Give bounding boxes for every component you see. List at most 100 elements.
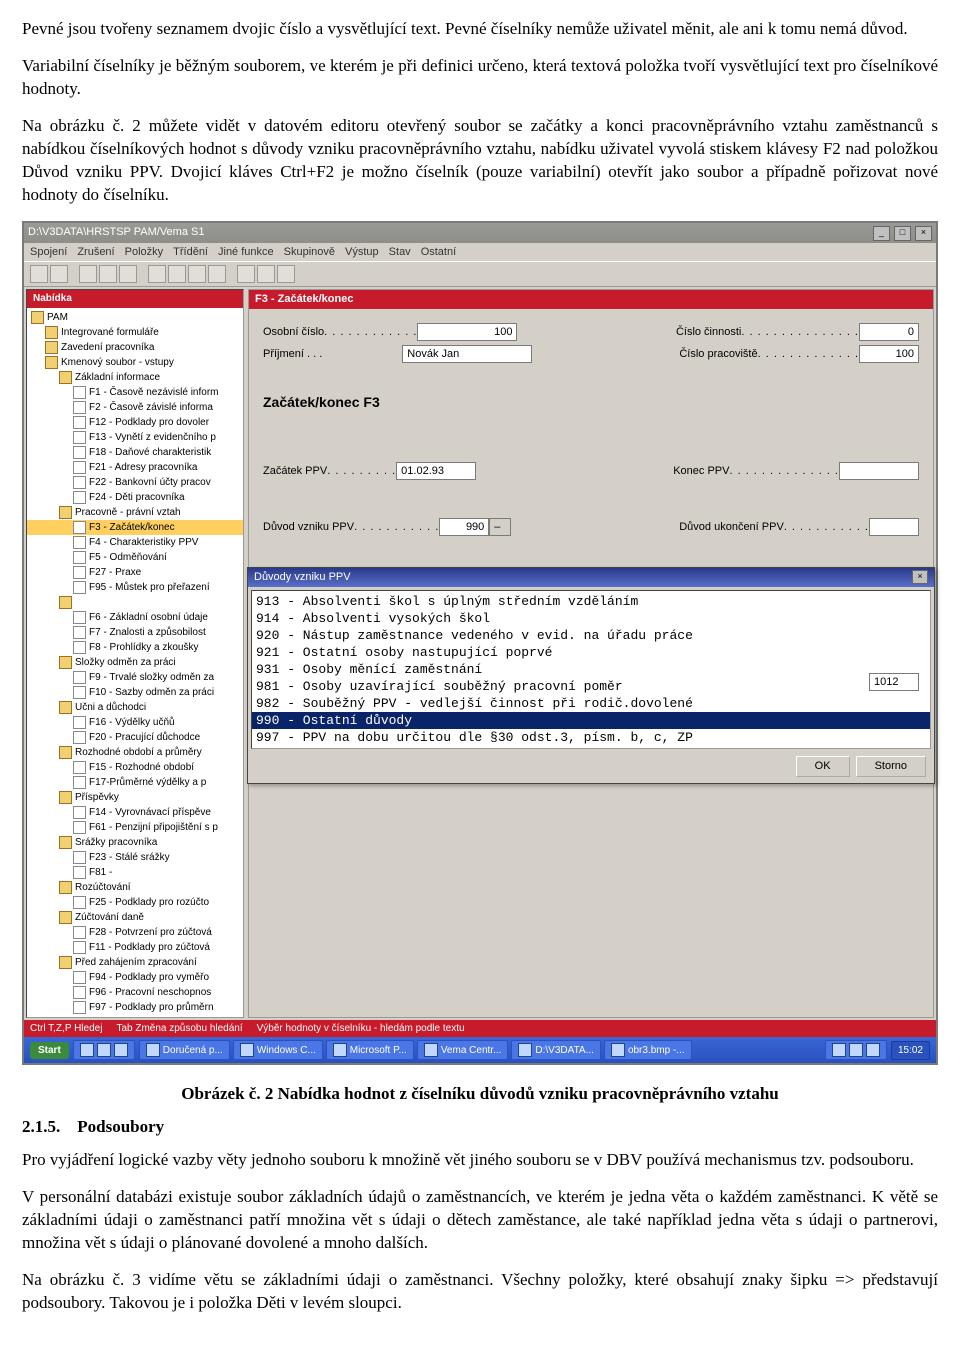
tree-item[interactable]: Učni a důchodci xyxy=(27,700,243,715)
tree-item[interactable]: Rozhodné období a průměry xyxy=(27,745,243,760)
toolbar-button[interactable] xyxy=(99,265,117,283)
tree-item[interactable]: F96 - Pracovní neschopnos xyxy=(27,985,243,1000)
taskbar-item[interactable]: Vema Centr... xyxy=(417,1040,509,1060)
duvod-vzniku-dropdown-button[interactable]: – xyxy=(489,518,511,536)
cislo-pracoviste-input[interactable]: 100 xyxy=(859,345,919,363)
cislo-cinnosti-input[interactable]: 0 xyxy=(859,323,919,341)
tree-item[interactable]: F61 - Penzijní připojištění s p xyxy=(27,820,243,835)
tree-item[interactable]: F23 - Stálé srážky xyxy=(27,850,243,865)
toolbar-button[interactable] xyxy=(237,265,255,283)
toolbar-button[interactable] xyxy=(30,265,48,283)
tree-item[interactable]: F15 - Rozhodné období xyxy=(27,760,243,775)
tree-item[interactable]: F13 - Vynětí z evidenčního p xyxy=(27,430,243,445)
toolbar-button[interactable] xyxy=(119,265,137,283)
popup-list-item[interactable]: 913 - Absolventi škol s úplným středním … xyxy=(252,593,930,610)
taskbar-item[interactable]: obr3.bmp -... xyxy=(604,1040,692,1060)
tree-item[interactable]: F22 - Bankovní účty pracov xyxy=(27,475,243,490)
toolbar-button[interactable] xyxy=(277,265,295,283)
prijmeni-input[interactable]: Novák Jan xyxy=(402,345,532,363)
tree-item[interactable]: F16 - Výdělky učňů xyxy=(27,715,243,730)
close-button[interactable]: × xyxy=(915,226,932,241)
tree-item[interactable]: F20 - Pracující důchodce xyxy=(27,730,243,745)
toolbar-button[interactable] xyxy=(148,265,166,283)
tree-item[interactable]: Zavedení pracovníka xyxy=(27,340,243,355)
tray[interactable] xyxy=(825,1040,887,1060)
tree-item[interactable]: Základní informace xyxy=(27,370,243,385)
tree-item[interactable]: PAM xyxy=(27,310,243,325)
tree-item[interactable]: F18 - Daňové charakteristik xyxy=(27,445,243,460)
popup-list-item[interactable]: 931 - Osoby měnící zaměstnání xyxy=(252,661,930,678)
menu-item[interactable]: Jiné funkce xyxy=(218,246,274,258)
taskbar-item[interactable]: Doručená p... xyxy=(139,1040,230,1060)
tree-item[interactable]: F14 - Vyrovnávací příspěve xyxy=(27,805,243,820)
duvod-vzniku-input[interactable]: 990 xyxy=(439,518,489,536)
toolbar-button[interactable] xyxy=(168,265,186,283)
minimize-button[interactable]: _ xyxy=(873,226,890,241)
popup-close-button[interactable]: × xyxy=(912,570,928,584)
toolbar-button[interactable] xyxy=(79,265,97,283)
tree-item[interactable]: Kmenový soubor - vstupy xyxy=(27,355,243,370)
zacatek-ppv-input[interactable]: 01.02.93 xyxy=(396,462,476,480)
tree-item[interactable]: F6 - Základní osobní údaje xyxy=(27,610,243,625)
duvod-ukonceni-input[interactable] xyxy=(869,518,919,536)
tree-item[interactable]: F1 - Časově nezávislé inform xyxy=(27,385,243,400)
tree-item[interactable]: F28 - Potvrzení pro zúčtová xyxy=(27,925,243,940)
tree-item[interactable]: F11 - Podklady pro zúčtová xyxy=(27,940,243,955)
menu-item[interactable]: Ostatní xyxy=(421,246,456,258)
popup-list-item[interactable]: 981 - Osoby uzavírající souběžný pracovn… xyxy=(252,678,930,695)
tree-item[interactable]: Srážky pracovníka xyxy=(27,835,243,850)
tree-item[interactable]: F25 - Podklady pro rozúčto xyxy=(27,895,243,910)
popup-list-item[interactable]: 921 - Ostatní osoby nastupující poprvé xyxy=(252,644,930,661)
popup-list-item[interactable]: 997 - PPV na dobu určitou dle §30 odst.3… xyxy=(252,729,930,746)
toolbar-button[interactable] xyxy=(50,265,68,283)
tree-item[interactable]: F2 - Časově závislé informa xyxy=(27,400,243,415)
menu-item[interactable]: Stav xyxy=(389,246,411,258)
quick-launch[interactable] xyxy=(73,1040,135,1060)
taskbar-item[interactable]: D:\V3DATA... xyxy=(511,1040,601,1060)
start-button[interactable]: Start xyxy=(30,1042,69,1060)
tree-item[interactable]: F9 - Trvalé složky odměn za xyxy=(27,670,243,685)
tree-item[interactable]: Integrované formuláře xyxy=(27,325,243,340)
toolbar-button[interactable] xyxy=(208,265,226,283)
taskbar-item[interactable]: Windows C... xyxy=(233,1040,323,1060)
tree-item[interactable]: F4 - Charakteristiky PPV xyxy=(27,535,243,550)
tree-item[interactable]: Zúčtování daně xyxy=(27,910,243,925)
menu-item[interactable]: Třídění xyxy=(173,246,208,258)
tree-item[interactable]: F7 - Znalosti a způsobilost xyxy=(27,625,243,640)
popup-ok-button[interactable]: OK xyxy=(796,756,850,777)
popup-list-item[interactable]: 990 - Ostatní důvody xyxy=(252,712,930,729)
konec-ppv-input[interactable] xyxy=(839,462,919,480)
toolbar-button[interactable] xyxy=(257,265,275,283)
tree-item[interactable]: Příspěvky xyxy=(27,790,243,805)
tree-item[interactable]: Složky odměn za práci xyxy=(27,655,243,670)
tree-item[interactable]: F94 - Podklady pro vyměřo xyxy=(27,970,243,985)
osobni-cislo-input[interactable]: 100 xyxy=(417,323,517,341)
tree-item[interactable]: F24 - Děti pracovníka xyxy=(27,490,243,505)
popup-list-item[interactable]: 982 - Souběžný PPV - vedlejší činnost př… xyxy=(252,695,930,712)
tree-item[interactable]: F10 - Sazby odměn za práci xyxy=(27,685,243,700)
tree-item[interactable]: Pracovně - právní vztah xyxy=(27,505,243,520)
menu-item[interactable]: Výstup xyxy=(345,246,379,258)
tree-item[interactable]: F8 - Prohlídky a zkoušky xyxy=(27,640,243,655)
popup-cancel-button[interactable]: Storno xyxy=(856,756,926,777)
maximize-button[interactable]: □ xyxy=(894,226,911,241)
tree-item[interactable]: F95 - Můstek pro přeřazení xyxy=(27,580,243,595)
tree-item[interactable]: F21 - Adresy pracovníka xyxy=(27,460,243,475)
tree-item[interactable]: F17-Průměrné výdělky a p xyxy=(27,775,243,790)
taskbar-item[interactable]: Microsoft P... xyxy=(326,1040,414,1060)
tree-item[interactable]: F27 - Praxe xyxy=(27,565,243,580)
tree-item[interactable]: Rozúčtování xyxy=(27,880,243,895)
menu-item[interactable]: Skupinově xyxy=(284,246,335,258)
menu-item[interactable]: Spojení xyxy=(30,246,67,258)
tree-item[interactable]: F97 - Podklady pro průměrn xyxy=(27,1000,243,1015)
tree-item[interactable]: Před zahájením zpracování xyxy=(27,955,243,970)
tree-item[interactable]: F81 - xyxy=(27,865,243,880)
toolbar-button[interactable] xyxy=(188,265,206,283)
tree-item[interactable]: F3 - Začátek/konec xyxy=(27,520,243,535)
tree-item[interactable]: F5 - Odměňování xyxy=(27,550,243,565)
popup-list-item[interactable]: 914 - Absolventi vysokých škol xyxy=(252,610,930,627)
extra-value-input[interactable]: 1012 xyxy=(869,673,919,691)
tree-item[interactable]: F12 - Podklady pro dovoler xyxy=(27,415,243,430)
menu-item[interactable]: Zrušení xyxy=(77,246,114,258)
tree-item[interactable] xyxy=(27,595,243,610)
